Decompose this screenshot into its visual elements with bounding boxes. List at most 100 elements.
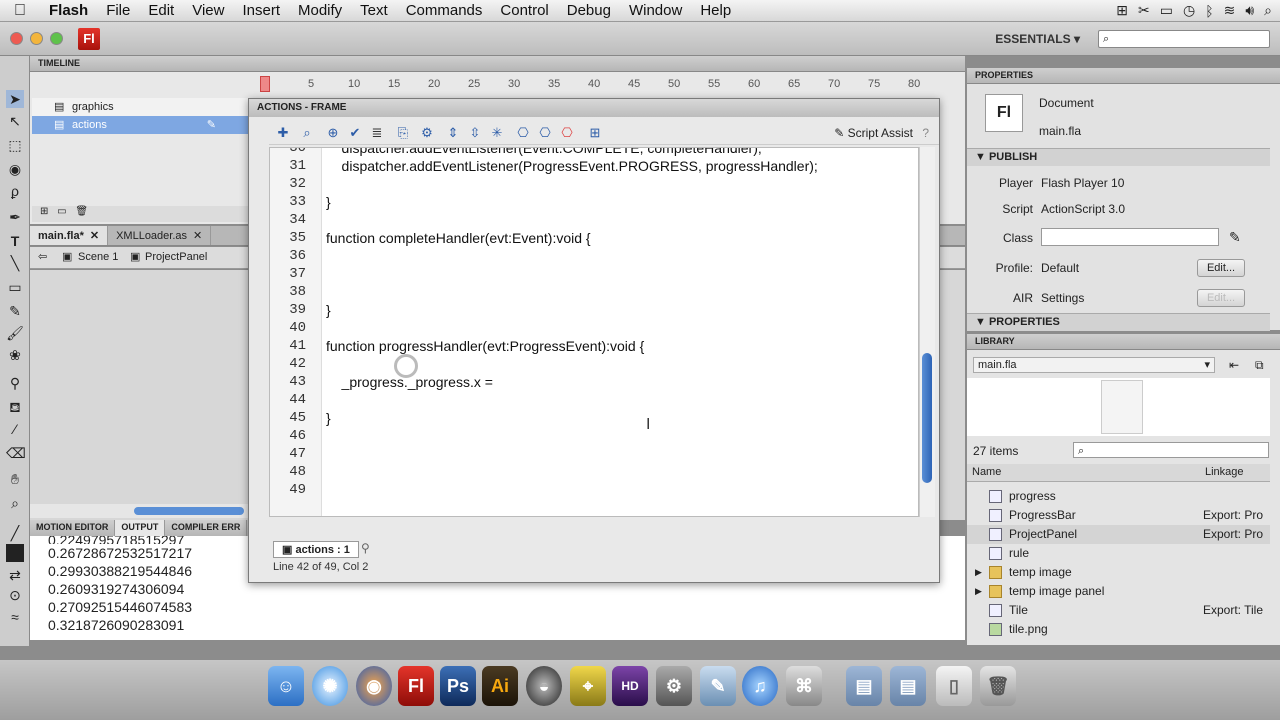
- library-item[interactable]: progress: [967, 487, 1270, 506]
- add-statement-icon[interactable]: ✚: [275, 125, 291, 141]
- paint-bucket-tool-icon[interactable]: ⛾: [6, 398, 24, 416]
- tab-compiler-errors[interactable]: COMPILER ERR: [165, 520, 248, 536]
- library-folder[interactable]: ▶ temp image: [967, 563, 1270, 582]
- safari-icon[interactable]: ✺: [312, 666, 348, 706]
- smooth-icon[interactable]: ≈: [6, 608, 24, 626]
- frame-ruler[interactable]: 5 10 15 20 25 30 35 40 45 50 55 60 65 70…: [260, 76, 940, 96]
- hand-tool-icon[interactable]: ✋︎: [6, 470, 24, 488]
- wifi-icon[interactable]: ≋: [1224, 2, 1236, 19]
- script-tab-actions[interactable]: ▣ actions : 1: [273, 541, 359, 558]
- subselection-tool-icon[interactable]: ↖: [6, 112, 24, 130]
- app-icon[interactable]: ◒: [526, 666, 562, 706]
- finder-icon[interactable]: ☺: [268, 666, 304, 706]
- auto-format-icon[interactable]: ≣: [369, 125, 385, 141]
- delete-layer-icon[interactable]: 🗑︎: [75, 206, 88, 217]
- selection-tool-icon[interactable]: ➤: [6, 90, 24, 108]
- library-item[interactable]: rule: [967, 544, 1270, 563]
- bluetooth-icon[interactable]: ᛒ: [1205, 3, 1213, 19]
- system-preferences-icon[interactable]: ⚙: [656, 666, 692, 706]
- actions-panel-title[interactable]: ACTIONS - FRAME: [249, 99, 939, 117]
- lasso-tool-icon[interactable]: ϼ: [6, 182, 24, 200]
- menu-flash[interactable]: Flash: [40, 2, 97, 19]
- bone-tool-icon[interactable]: ⚲: [6, 374, 24, 392]
- disclosure-triangle-icon[interactable]: ▶: [975, 563, 982, 582]
- new-layer-icon[interactable]: ⊞: [40, 206, 48, 217]
- minimize-window-button[interactable]: [30, 32, 43, 45]
- code-line[interactable]: }: [326, 302, 331, 318]
- air-edit-button[interactable]: Edit...: [1197, 289, 1245, 307]
- library-folder[interactable]: ▶ temp image panel: [967, 582, 1270, 601]
- menu-view[interactable]: View: [183, 2, 233, 19]
- menu-file[interactable]: File: [97, 2, 139, 19]
- help-search-input[interactable]: ⌕: [1098, 30, 1270, 48]
- code-line[interactable]: }: [326, 194, 331, 210]
- properties-tab[interactable]: PROPERTIES: [967, 68, 1280, 84]
- stroke-color-icon[interactable]: ╱: [6, 524, 24, 542]
- tab-output[interactable]: OUTPUT: [115, 520, 166, 536]
- apply-block-comment-icon[interactable]: ⎔: [515, 125, 531, 141]
- free-transform-tool-icon[interactable]: ⬚: [6, 136, 24, 154]
- stage-scrollbar[interactable]: [30, 504, 248, 518]
- help-icon[interactable]: ?: [922, 126, 929, 140]
- menu-modify[interactable]: Modify: [289, 2, 351, 19]
- menu-help[interactable]: Help: [691, 2, 740, 19]
- firefox-icon[interactable]: ◉: [356, 666, 392, 706]
- close-icon[interactable]: ✕: [90, 229, 99, 242]
- script-assist-button[interactable]: ✎ Script Assist ?: [834, 126, 929, 140]
- tab-xmlloader-as[interactable]: XMLLoader.as ✕: [108, 226, 212, 245]
- playhead[interactable]: [260, 76, 270, 92]
- zoom-tool-icon[interactable]: ⌕: [6, 494, 24, 512]
- tab-motion-editor[interactable]: MOTION EDITOR: [30, 520, 116, 536]
- library-item[interactable]: ProgressBar Export: Pro: [967, 506, 1270, 525]
- layer-actions[interactable]: ▤ actions ✎: [32, 116, 248, 134]
- hd-app-icon[interactable]: HD: [612, 666, 648, 706]
- code-line[interactable]: dispatcher.addEventListener(Event.COMPLE…: [326, 148, 762, 156]
- illustrator-app-icon[interactable]: Ai: [482, 666, 518, 706]
- menu-commands[interactable]: Commands: [397, 2, 492, 19]
- check-syntax-icon[interactable]: ✔: [347, 125, 363, 141]
- library-document-select[interactable]: main.fla ▾: [973, 357, 1215, 373]
- remove-comment-icon[interactable]: ⎔: [559, 125, 575, 141]
- code-line[interactable]: function progressHandler(evt:ProgressEve…: [326, 338, 644, 354]
- scroll-thumb[interactable]: [134, 507, 244, 515]
- grid-icon[interactable]: ⊞: [1116, 2, 1128, 19]
- deco-tool-icon[interactable]: ❀: [6, 346, 24, 364]
- text-tool-icon[interactable]: T: [6, 232, 24, 250]
- library-tab[interactable]: LIBRARY: [967, 334, 1280, 350]
- code-editor[interactable]: 30 31 32 33 34 35 36 37 38 39 40 41 42 43 44 45 46 47 48 49…: [269, 147, 919, 517]
- folder-icon[interactable]: ▤: [846, 666, 882, 706]
- eraser-tool-icon[interactable]: ⌫: [6, 444, 26, 462]
- library-item[interactable]: Tile Export: Tile: [967, 601, 1270, 620]
- breadcrumb-scene[interactable]: Scene 1: [78, 251, 118, 263]
- document-stack-icon[interactable]: ▯: [936, 666, 972, 706]
- 3d-rotation-tool-icon[interactable]: ◉: [6, 160, 24, 178]
- timeline-tab[interactable]: TIMELINE: [30, 56, 965, 72]
- close-icon[interactable]: ✕: [193, 229, 202, 242]
- scissors-icon[interactable]: ✂: [1138, 2, 1150, 19]
- breadcrumb-symbol[interactable]: ProjectPanel: [145, 251, 207, 263]
- volume-icon[interactable]: 🔊︎: [1245, 2, 1254, 19]
- brush-tool-icon[interactable]: 🖌︎: [6, 324, 24, 342]
- scroll-thumb[interactable]: [922, 353, 932, 483]
- spotlight-search-icon[interactable]: ⌕: [1264, 2, 1272, 19]
- pencil-tool-icon[interactable]: ✎: [6, 302, 24, 320]
- column-name[interactable]: Name: [972, 466, 1001, 478]
- photoshop-app-icon[interactable]: Ps: [440, 666, 476, 706]
- disclosure-triangle-icon[interactable]: ▶: [975, 582, 982, 601]
- debug-options-icon[interactable]: ⚙: [419, 125, 435, 141]
- menu-text[interactable]: Text: [351, 2, 397, 19]
- show-hide-toolbox-icon[interactable]: ⊞: [587, 125, 603, 141]
- menu-control[interactable]: Control: [491, 2, 557, 19]
- library-item[interactable]: ProjectPanel Export: Pro: [967, 525, 1270, 544]
- code-hint-icon[interactable]: ⎘: [395, 125, 411, 141]
- code-scrollbar[interactable]: [919, 147, 935, 517]
- display-icon[interactable]: ▭: [1160, 2, 1173, 19]
- library-search-input[interactable]: ⌕: [1073, 442, 1269, 458]
- code-line[interactable]: }: [326, 410, 331, 426]
- properties-section-header[interactable]: ▼ PROPERTIES: [967, 313, 1270, 331]
- tab-main-fla[interactable]: main.fla* ✕: [30, 226, 109, 245]
- publish-section-header[interactable]: ▼ PUBLISH: [967, 148, 1270, 166]
- snap-to-objects-icon[interactable]: ⊙: [6, 586, 24, 604]
- find-icon[interactable]: ⌕: [299, 125, 315, 141]
- fill-color-swatch[interactable]: [6, 544, 24, 562]
